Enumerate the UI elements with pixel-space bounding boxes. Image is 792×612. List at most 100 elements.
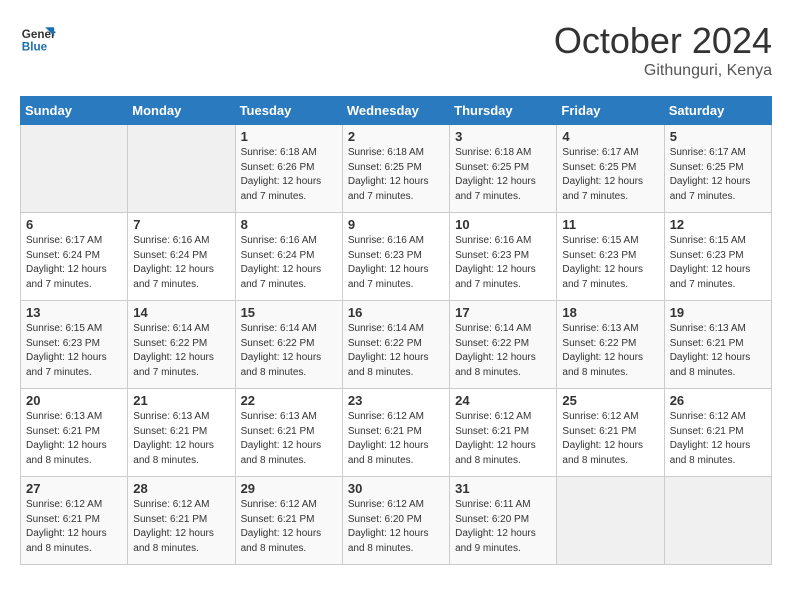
col-header-thursday: Thursday [450,97,557,125]
calendar-body: 1 Sunrise: 6:18 AMSunset: 6:26 PMDaylight… [21,125,772,565]
day-info: Sunrise: 6:18 AMSunset: 6:26 PMDaylight:… [241,146,337,204]
day-info: Sunrise: 6:17 AMSunset: 6:24 PMDaylight:… [26,234,122,292]
title-block: October 2024 Githunguri, Kenya [554,20,772,80]
day-number: 7 [133,217,229,232]
day-info: Sunrise: 6:11 AMSunset: 6:20 PMDaylight:… [455,498,551,556]
calendar-cell: 3Sunrise: 6:18 AMSunset: 6:25 PMDaylight… [450,125,557,213]
day-number: 17 [455,305,551,320]
day-info: Sunrise: 6:14 AMSunset: 6:22 PMDaylight:… [241,322,337,380]
calendar-header-row: SundayMondayTuesdayWednesdayThursdayFrid… [21,97,772,125]
day-info: Sunrise: 6:16 AMSunset: 6:24 PMDaylight:… [241,234,337,292]
day-number: 2 [348,129,444,144]
day-info: Sunrise: 6:12 AMSunset: 6:21 PMDaylight:… [670,410,766,468]
calendar-cell: 8 Sunrise: 6:16 AMSunset: 6:24 PMDaylight… [235,213,342,301]
day-info: Sunrise: 6:16 AMSunset: 6:23 PMDaylight:… [348,234,444,292]
calendar-cell: 21 Sunrise: 6:13 AMSunset: 6:21 PMDayligh… [128,389,235,477]
calendar-cell [128,125,235,213]
calendar-cell: 9 Sunrise: 6:16 AMSunset: 6:23 PMDaylight… [342,213,449,301]
calendar-cell: 25Sunrise: 6:12 AMSunset: 6:21 PMDayligh… [557,389,664,477]
calendar-cell: 24 Sunrise: 6:12 AMSunset: 6:21 PMDayligh… [450,389,557,477]
calendar-cell: 6Sunrise: 6:17 AMSunset: 6:24 PMDaylight… [21,213,128,301]
day-number: 23 [348,393,444,408]
calendar-week-row: 27 Sunrise: 6:12 AMSunset: 6:21 PMDayligh… [21,477,772,565]
page-header: General Blue October 2024 Githunguri, Ke… [20,20,772,80]
day-number: 5 [670,129,766,144]
day-info: Sunrise: 6:17 AMSunset: 6:25 PMDaylight:… [670,146,766,204]
calendar-cell: 15 Sunrise: 6:14 AMSunset: 6:22 PMDayligh… [235,301,342,389]
day-number: 26 [670,393,766,408]
calendar-cell: 18Sunrise: 6:13 AMSunset: 6:22 PMDayligh… [557,301,664,389]
day-info: Sunrise: 6:13 AMSunset: 6:21 PMDaylight:… [133,410,229,468]
calendar-cell [557,477,664,565]
logo-icon: General Blue [20,20,56,56]
day-info: Sunrise: 6:12 AMSunset: 6:21 PMDaylight:… [241,498,337,556]
day-number: 10 [455,217,551,232]
day-number: 25 [562,393,658,408]
calendar-week-row: 13Sunrise: 6:15 AMSunset: 6:23 PMDayligh… [21,301,772,389]
calendar-cell: 4Sunrise: 6:17 AMSunset: 6:25 PMDaylight… [557,125,664,213]
calendar-cell: 19Sunrise: 6:13 AMSunset: 6:21 PMDayligh… [664,301,771,389]
day-number: 30 [348,481,444,496]
calendar-week-row: 1 Sunrise: 6:18 AMSunset: 6:26 PMDaylight… [21,125,772,213]
calendar-cell: 23 Sunrise: 6:12 AMSunset: 6:21 PMDayligh… [342,389,449,477]
calendar-cell: 13Sunrise: 6:15 AMSunset: 6:23 PMDayligh… [21,301,128,389]
day-number: 15 [241,305,337,320]
calendar-week-row: 6Sunrise: 6:17 AMSunset: 6:24 PMDaylight… [21,213,772,301]
calendar-cell: 17 Sunrise: 6:14 AMSunset: 6:22 PMDayligh… [450,301,557,389]
day-number: 8 [241,217,337,232]
svg-text:Blue: Blue [22,41,48,54]
calendar-cell: 29 Sunrise: 6:12 AMSunset: 6:21 PMDayligh… [235,477,342,565]
day-number: 24 [455,393,551,408]
day-info: Sunrise: 6:18 AMSunset: 6:25 PMDaylight:… [455,146,551,204]
day-number: 9 [348,217,444,232]
month-title: October 2024 [554,20,772,62]
day-info: Sunrise: 6:13 AMSunset: 6:21 PMDaylight:… [26,410,122,468]
calendar-cell: 7 Sunrise: 6:16 AMSunset: 6:24 PMDaylight… [128,213,235,301]
day-info: Sunrise: 6:16 AMSunset: 6:24 PMDaylight:… [133,234,229,292]
col-header-wednesday: Wednesday [342,97,449,125]
location: Githunguri, Kenya [554,62,772,80]
day-info: Sunrise: 6:13 AMSunset: 6:21 PMDaylight:… [241,410,337,468]
calendar-cell: 2 Sunrise: 6:18 AMSunset: 6:25 PMDaylight… [342,125,449,213]
day-number: 22 [241,393,337,408]
calendar-cell: 20 Sunrise: 6:13 AMSunset: 6:21 PMDayligh… [21,389,128,477]
calendar-cell: 27Sunrise: 6:12 AMSunset: 6:21 PMDayligh… [21,477,128,565]
day-info: Sunrise: 6:14 AMSunset: 6:22 PMDaylight:… [348,322,444,380]
day-number: 18 [562,305,658,320]
day-info: Sunrise: 6:12 AMSunset: 6:20 PMDaylight:… [348,498,444,556]
calendar-table: SundayMondayTuesdayWednesdayThursdayFrid… [20,96,772,565]
calendar-cell: 31 Sunrise: 6:11 AMSunset: 6:20 PMDayligh… [450,477,557,565]
day-number: 11 [562,217,658,232]
day-info: Sunrise: 6:18 AMSunset: 6:25 PMDaylight:… [348,146,444,204]
calendar-cell: 22 Sunrise: 6:13 AMSunset: 6:21 PMDayligh… [235,389,342,477]
day-number: 16 [348,305,444,320]
day-number: 13 [26,305,122,320]
day-info: Sunrise: 6:12 AMSunset: 6:21 PMDaylight:… [348,410,444,468]
col-header-sunday: Sunday [21,97,128,125]
day-number: 1 [241,129,337,144]
calendar-week-row: 20 Sunrise: 6:13 AMSunset: 6:21 PMDayligh… [21,389,772,477]
logo: General Blue [20,20,56,56]
day-info: Sunrise: 6:14 AMSunset: 6:22 PMDaylight:… [455,322,551,380]
calendar-cell: 11Sunrise: 6:15 AMSunset: 6:23 PMDayligh… [557,213,664,301]
day-info: Sunrise: 6:12 AMSunset: 6:21 PMDaylight:… [455,410,551,468]
calendar-cell: 30 Sunrise: 6:12 AMSunset: 6:20 PMDayligh… [342,477,449,565]
calendar-cell: 26 Sunrise: 6:12 AMSunset: 6:21 PMDayligh… [664,389,771,477]
day-number: 29 [241,481,337,496]
day-info: Sunrise: 6:17 AMSunset: 6:25 PMDaylight:… [562,146,658,204]
day-number: 27 [26,481,122,496]
day-info: Sunrise: 6:12 AMSunset: 6:21 PMDaylight:… [133,498,229,556]
col-header-friday: Friday [557,97,664,125]
calendar-cell: 16 Sunrise: 6:14 AMSunset: 6:22 PMDayligh… [342,301,449,389]
col-header-tuesday: Tuesday [235,97,342,125]
day-info: Sunrise: 6:15 AMSunset: 6:23 PMDaylight:… [670,234,766,292]
day-number: 21 [133,393,229,408]
calendar-cell [21,125,128,213]
calendar-cell: 5 Sunrise: 6:17 AMSunset: 6:25 PMDaylight… [664,125,771,213]
col-header-saturday: Saturday [664,97,771,125]
day-info: Sunrise: 6:14 AMSunset: 6:22 PMDaylight:… [133,322,229,380]
day-number: 31 [455,481,551,496]
calendar-cell: 10Sunrise: 6:16 AMSunset: 6:23 PMDayligh… [450,213,557,301]
col-header-monday: Monday [128,97,235,125]
day-number: 20 [26,393,122,408]
